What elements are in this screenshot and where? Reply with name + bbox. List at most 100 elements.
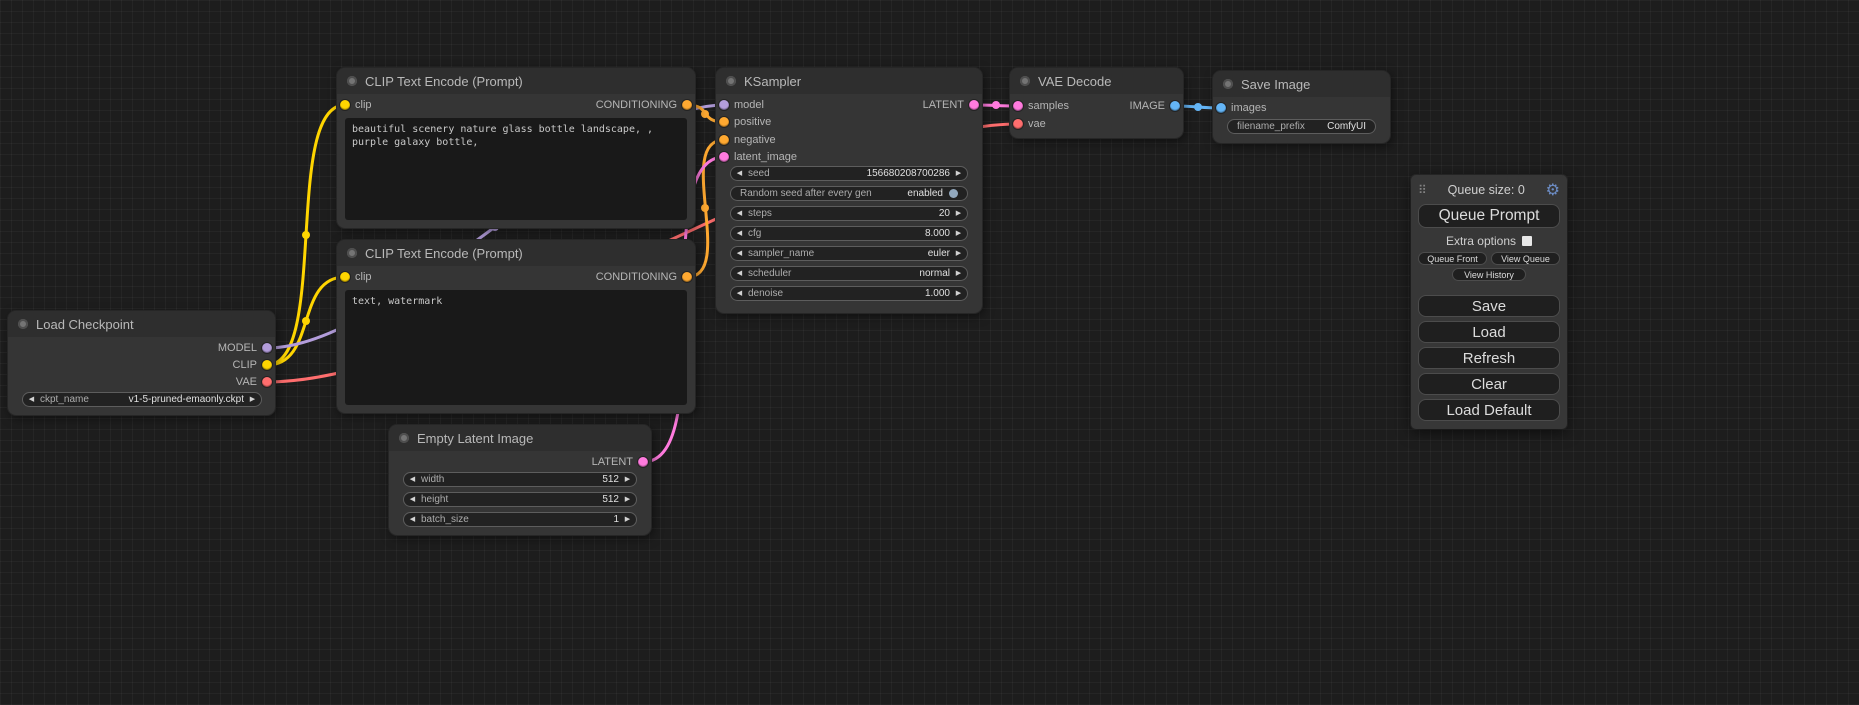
stepper-right-icon[interactable]: ▶ xyxy=(950,287,967,300)
stepper-left-icon[interactable]: ◀ xyxy=(731,267,748,280)
stepper-right-icon[interactable]: ▶ xyxy=(619,513,636,526)
collapse-icon[interactable] xyxy=(347,248,357,258)
clip-output-slot[interactable] xyxy=(262,360,272,370)
stepper-right-icon[interactable]: ▶ xyxy=(950,167,967,180)
node-save-image-titlebar[interactable]: Save Image xyxy=(1213,71,1390,97)
stepper-right-icon[interactable]: ▶ xyxy=(950,247,967,260)
view-queue-button[interactable]: View Queue xyxy=(1491,252,1560,265)
extra-options-checkbox[interactable] xyxy=(1522,236,1532,246)
vae-output-slot[interactable] xyxy=(262,377,272,387)
node-title: VAE Decode xyxy=(1038,74,1111,89)
filename-prefix-widget[interactable]: filename_prefix ComfyUI xyxy=(1227,119,1376,134)
latent-output-slot[interactable] xyxy=(638,457,648,467)
stepper-right-icon[interactable]: ▶ xyxy=(950,227,967,240)
vae-input-slot[interactable] xyxy=(1013,119,1023,129)
load-default-button[interactable]: Load Default xyxy=(1418,399,1560,421)
collapse-icon[interactable] xyxy=(18,319,28,329)
clear-button[interactable]: Clear xyxy=(1418,373,1560,395)
node-ksampler-titlebar[interactable]: KSampler xyxy=(716,68,982,94)
stepper-left-icon[interactable]: ◀ xyxy=(731,167,748,180)
model-input-slot[interactable] xyxy=(719,100,729,110)
positive-input-slot[interactable] xyxy=(719,117,729,127)
node-clip-negative-titlebar[interactable]: CLIP Text Encode (Prompt) xyxy=(337,240,695,266)
batch-size-widget[interactable]: ◀ batch_size 1 ▶ xyxy=(403,512,637,527)
conditioning-output-slot[interactable] xyxy=(682,100,692,110)
collapse-icon[interactable] xyxy=(347,76,357,86)
scheduler-widget[interactable]: ◀ scheduler normal ▶ xyxy=(730,266,968,281)
stepper-left-icon[interactable]: ◀ xyxy=(404,493,421,506)
node-load-checkpoint-titlebar[interactable]: Load Checkpoint xyxy=(8,311,275,337)
stepper-left-icon[interactable]: ◀ xyxy=(23,393,40,406)
model-output-slot[interactable] xyxy=(262,343,272,353)
stepper-right-icon[interactable]: ▶ xyxy=(950,267,967,280)
latent-output-slot[interactable] xyxy=(969,100,979,110)
settings-gear-icon[interactable]: ⚙ xyxy=(1546,182,1560,198)
collapse-icon[interactable] xyxy=(1020,76,1030,86)
prompt-textarea[interactable]: text, watermark xyxy=(345,290,687,405)
image-output-slot[interactable] xyxy=(1170,101,1180,111)
prompt-textarea[interactable]: beautiful scenery nature glass bottle la… xyxy=(345,118,687,220)
stepper-right-icon[interactable]: ▶ xyxy=(950,207,967,220)
positive-input-label: positive xyxy=(734,116,771,128)
node-clip-positive-titlebar[interactable]: CLIP Text Encode (Prompt) xyxy=(337,68,695,94)
link-midpoint-dot xyxy=(302,231,310,239)
stepper-right-icon[interactable]: ▶ xyxy=(244,393,261,406)
node-vae-decode[interactable]: VAE Decode samples vae IMAGE xyxy=(1010,68,1183,138)
clip-input-label: clip xyxy=(355,99,372,111)
queue-front-button[interactable]: Queue Front xyxy=(1418,252,1487,265)
node-clip-text-encode-positive[interactable]: CLIP Text Encode (Prompt) clip CONDITION… xyxy=(337,68,695,228)
samples-input-slot[interactable] xyxy=(1013,101,1023,111)
images-input-slot[interactable] xyxy=(1216,103,1226,113)
queue-panel-header: ⠿ Queue size: 0 ⚙ xyxy=(1418,181,1560,199)
queue-prompt-button[interactable]: Queue Prompt xyxy=(1418,204,1560,228)
random-seed-toggle-widget[interactable]: Random seed after every gen enabled xyxy=(730,186,968,201)
stepper-left-icon[interactable]: ◀ xyxy=(731,287,748,300)
sampler-name-widget[interactable]: ◀ sampler_name euler ▶ xyxy=(730,246,968,261)
stepper-right-icon[interactable]: ▶ xyxy=(619,473,636,486)
refresh-button[interactable]: Refresh xyxy=(1418,347,1560,369)
spacer xyxy=(1418,284,1560,295)
widget-label: batch_size xyxy=(421,513,469,526)
collapse-icon[interactable] xyxy=(1223,79,1233,89)
load-button[interactable]: Load xyxy=(1418,321,1560,343)
seed-widget[interactable]: ◀ seed 156680208700286 ▶ xyxy=(730,166,968,181)
node-ksampler[interactable]: KSampler model positive negative latent_… xyxy=(716,68,982,313)
collapse-icon[interactable] xyxy=(399,433,409,443)
cfg-widget[interactable]: ◀ cfg 8.000 ▶ xyxy=(730,226,968,241)
conditioning-output-slot[interactable] xyxy=(682,272,692,282)
save-button[interactable]: Save xyxy=(1418,295,1560,317)
node-clip-text-encode-negative[interactable]: CLIP Text Encode (Prompt) clip CONDITION… xyxy=(337,240,695,413)
model-input-label: model xyxy=(734,99,764,111)
stepper-left-icon[interactable]: ◀ xyxy=(731,227,748,240)
denoise-widget[interactable]: ◀ denoise 1.000 ▶ xyxy=(730,286,968,301)
width-widget[interactable]: ◀ width 512 ▶ xyxy=(403,472,637,487)
conditioning-output-label: CONDITIONING xyxy=(596,99,677,111)
negative-input-slot[interactable] xyxy=(719,135,729,145)
node-load-checkpoint[interactable]: Load Checkpoint MODEL CLIP VAE ◀ ckpt_na… xyxy=(8,311,275,415)
drag-handle-icon[interactable]: ⠿ xyxy=(1418,183,1427,197)
clip-input-slot[interactable] xyxy=(340,272,350,282)
node-empty-latent-image[interactable]: Empty Latent Image LATENT ◀ width 512 ▶ … xyxy=(389,425,651,535)
toggle-indicator-icon[interactable] xyxy=(949,189,958,198)
stepper-left-icon[interactable]: ◀ xyxy=(404,513,421,526)
widget-value: 512 xyxy=(602,473,619,486)
widget-value: v1-5-pruned-emaonly.ckpt xyxy=(129,393,244,406)
link-midpoint-dot xyxy=(302,317,310,325)
height-widget[interactable]: ◀ height 512 ▶ xyxy=(403,492,637,507)
node-vae-decode-titlebar[interactable]: VAE Decode xyxy=(1010,68,1183,94)
stepper-right-icon[interactable]: ▶ xyxy=(619,493,636,506)
collapse-icon[interactable] xyxy=(726,76,736,86)
stepper-left-icon[interactable]: ◀ xyxy=(731,207,748,220)
stepper-left-icon[interactable]: ◀ xyxy=(731,247,748,260)
steps-widget[interactable]: ◀ steps 20 ▶ xyxy=(730,206,968,221)
stepper-left-icon[interactable]: ◀ xyxy=(404,473,421,486)
widget-value: 20 xyxy=(939,207,950,220)
ckpt-name-widget[interactable]: ◀ ckpt_name v1-5-pruned-emaonly.ckpt ▶ xyxy=(22,392,262,407)
clip-input-slot[interactable] xyxy=(340,100,350,110)
images-input-label: images xyxy=(1231,102,1266,114)
view-history-button[interactable]: View History xyxy=(1452,268,1526,281)
widget-label: Random seed after every gen xyxy=(740,187,872,200)
node-save-image[interactable]: Save Image images filename_prefix ComfyU… xyxy=(1213,71,1390,143)
latent-image-input-slot[interactable] xyxy=(719,152,729,162)
node-empty-latent-titlebar[interactable]: Empty Latent Image xyxy=(389,425,651,451)
